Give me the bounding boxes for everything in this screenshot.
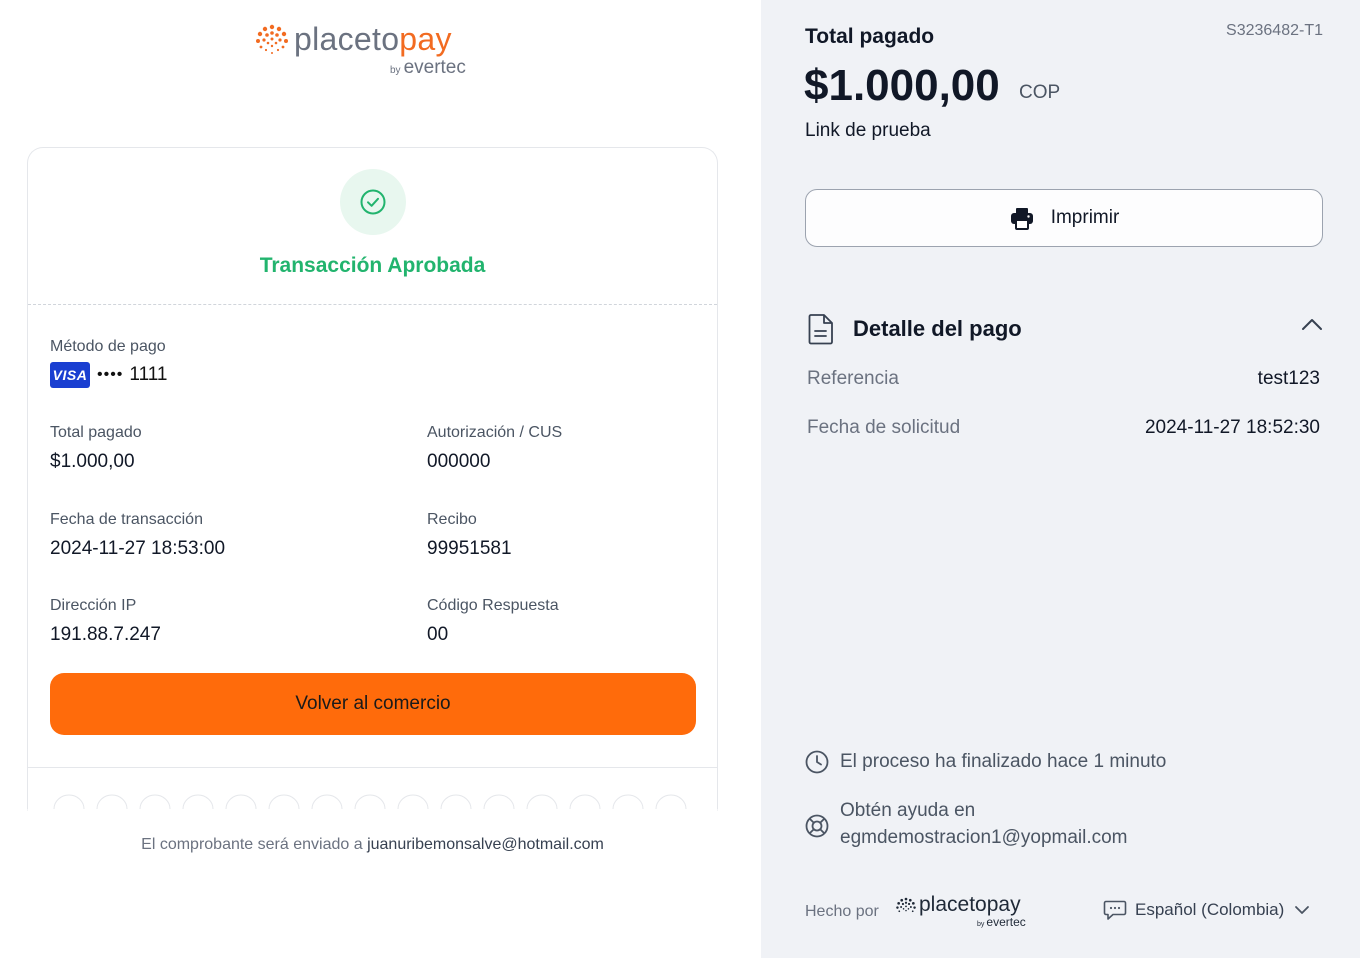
footer-logo-wordmark: placetopay [919,893,1021,916]
lifebuoy-icon [805,814,829,838]
language-label: Español (Colombia) [1135,900,1285,919]
success-badge [340,169,406,235]
help-text: Obtén ayuda en [840,800,976,821]
made-by-label: Hecho por [805,903,879,920]
ip-address-field: Dirección IP 191.88.7.247 [50,596,161,648]
ticket-scallop-edge [27,793,718,811]
process-finished-text: El proceso ha finalizado hace 1 minuto [840,751,1167,772]
detail-row-value: test123 [1257,368,1320,389]
transaction-date-label: Fecha de transacción [50,511,203,528]
footer: Hecho por placetopay by evertec Español … [805,893,1325,935]
sunburst-icon [896,897,916,913]
return-to-merchant-button[interactable]: Volver al comercio [50,673,696,735]
page: placetopay by evertec Transacción Aprobad… [0,0,1360,958]
detail-row-request-date: Fecha de solicitud 2024-11-27 18:52:30 [807,417,1320,439]
dashed-divider [28,304,717,305]
transaction-card: Transacción Aprobada Método de pago VISA… [27,147,718,809]
detail-row-value: 2024-11-27 18:52:30 [1144,417,1320,438]
check-circle-icon [360,189,386,215]
summary-amount: $1.000,00 [804,61,1000,110]
help-email[interactable]: egmdemostracion1@yopmail.com [840,827,1128,849]
response-code-label: Código Respuesta [427,597,559,614]
visa-icon: VISA [50,362,90,388]
card-mask: •••• [97,366,124,383]
summary-total-label: Total pagado [805,25,935,48]
response-code-field: Código Respuesta 00 [427,596,559,648]
card-last4: 1111 [129,364,168,385]
receipt-field: Recibo 99951581 [427,510,512,562]
chevron-down-icon [1295,906,1310,914]
authorization-field: Autorización / CUS 000000 [427,423,562,475]
chat-bubble-icon [1103,900,1127,920]
logo-wordmark-highlight: pay [399,21,452,57]
payment-method-field: Método de pago VISA •••• 1111 [50,337,167,388]
transaction-date-value: 2024-11-27 18:53:00 [50,538,226,559]
receipt-email: juanuribemonsalve@hotmail.com [367,836,604,853]
payment-detail-header[interactable]: Detalle del pago [805,311,1323,347]
authorization-value: 000000 [427,451,491,472]
print-button-label: Imprimir [1050,207,1120,228]
clock-icon [805,750,829,774]
session-id: S3236482-T1 [1226,22,1323,39]
detail-row-key: Referencia [807,368,899,389]
print-button[interactable]: Imprimir [805,189,1323,247]
ip-address-label: Dirección IP [50,597,137,614]
receipt-note-prefix: El comprobante será enviado a [141,836,363,853]
receipt-label: Recibo [427,511,477,528]
total-paid-field: Total pagado $1.000,00 [50,423,142,475]
card-divider [28,767,717,768]
payment-description: Link de prueba [805,120,931,141]
placetopay-logo: placetopay by evertec [254,20,494,80]
footer-placetopay-logo: placetopay by evertec [895,893,1040,931]
receipt-email-note: El comprobante será enviado a juanuribem… [0,836,745,854]
receipt-panel: placetopay by evertec Transacción Aprobad… [0,0,761,958]
detail-row-key: Fecha de solicitud [807,417,961,438]
summary-currency: COP [1019,82,1061,103]
printer-icon [1010,208,1033,230]
receipt-value: 99951581 [427,538,512,559]
language-selector[interactable]: Español (Colombia) [1103,899,1310,921]
sunburst-icon [256,24,288,54]
status-title: Transacción Aprobada [259,254,486,277]
logo-byline: by evertec [390,57,466,78]
total-paid-label: Total pagado [50,424,142,441]
payment-detail-title: Detalle del pago [853,316,1022,341]
payment-method-label: Método de pago [50,338,166,355]
chevron-up-icon[interactable] [1301,317,1323,331]
response-code-value: 00 [427,624,449,645]
ip-address-value: 191.88.7.247 [50,624,161,645]
detail-row-reference: Referencia test123 [807,368,1320,390]
transaction-date-field: Fecha de transacción 2024-11-27 18:53:00 [50,510,225,562]
process-finished-note: El proceso ha finalizado hace 1 minuto [805,750,1166,774]
card-summary: VISA •••• 1111 [50,362,167,388]
total-paid-value: $1.000,00 [50,451,135,472]
footer-logo-byline: by evertec [977,915,1026,929]
logo-wordmark: placetopay [294,21,452,57]
summary-panel: Total pagado S3236482-T1 $1.000,00 COP L… [761,0,1360,958]
authorization-label: Autorización / CUS [427,424,563,441]
document-icon [808,314,833,345]
